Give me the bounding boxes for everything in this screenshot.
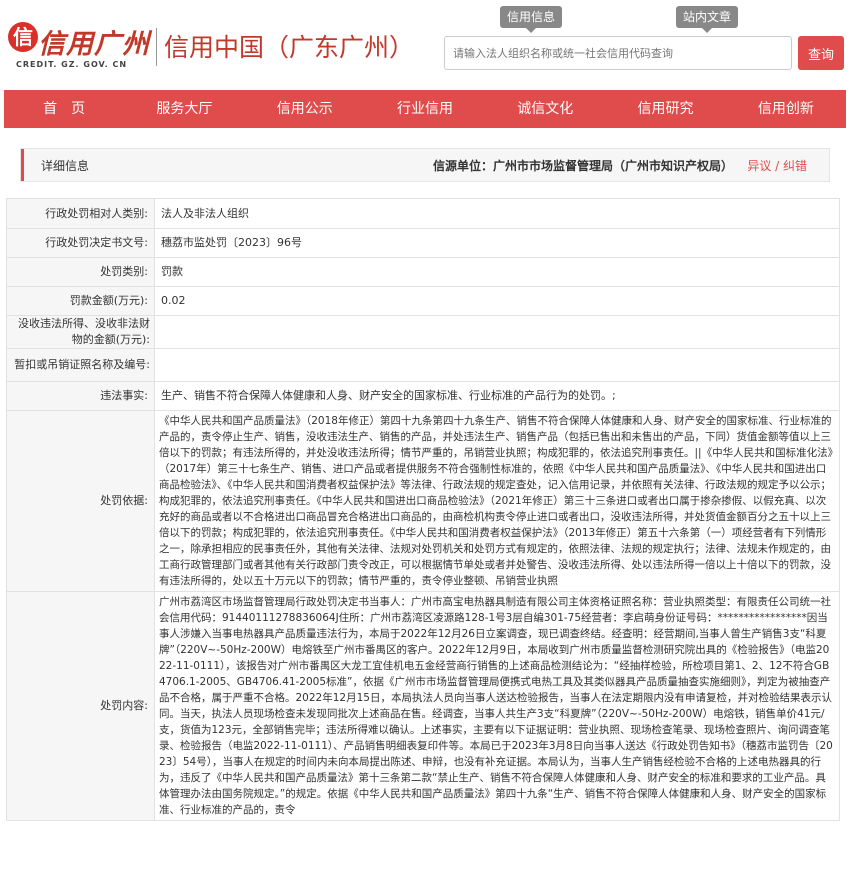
table-row: 没收违法所得、没收非法财物的金额(万元): xyxy=(6,315,840,349)
nav-item-credit-publicity[interactable]: 信用公示 xyxy=(245,90,365,128)
table-row: 罚款金额(万元): 0.02 xyxy=(6,286,840,316)
table-row: 行政处罚相对人类别: 法人及非法人组织 xyxy=(6,198,840,229)
detail-title: 详细信息 xyxy=(41,159,90,173)
table-row: 暂扣或吊销证照名称及编号: xyxy=(6,348,840,382)
logo-divider xyxy=(156,28,157,66)
row-label: 处罚依据: xyxy=(6,410,155,592)
row-value: 穗荔市监处罚〔2023〕96号 xyxy=(154,228,840,258)
row-value xyxy=(154,315,840,349)
nav-item-home[interactable]: 首 页 xyxy=(4,90,124,128)
row-label: 处罚内容: xyxy=(6,591,155,821)
tab-credit-info[interactable]: 信用信息 xyxy=(500,6,563,33)
row-label: 违法事实: xyxy=(6,381,155,411)
row-value: 0.02 xyxy=(154,286,840,316)
row-value: 罚款 xyxy=(154,257,840,287)
search-button[interactable]: 查询 xyxy=(798,36,844,70)
nav-item-industry-credit[interactable]: 行业信用 xyxy=(365,90,485,128)
table-row: 处罚内容: 广州市荔湾区市场监督管理局行政处罚决定书当事人：广州市高宝电热器具制… xyxy=(6,591,840,821)
row-label: 罚款金额(万元): xyxy=(6,286,155,316)
tab-site-articles[interactable]: 站内文章 xyxy=(676,6,739,33)
logo-subtitle: 信用中国（广东广州） xyxy=(164,33,415,62)
table-row: 违法事实: 生产、销售不符合保障人体健康和人身、财产安全的国家标准、行业标准的产… xyxy=(6,381,840,411)
row-label: 没收违法所得、没收非法财物的金额(万元): xyxy=(6,315,155,349)
nav-item-integrity-culture[interactable]: 诚信文化 xyxy=(485,90,605,128)
row-label: 行政处罚相对人类别: xyxy=(6,198,155,229)
detail-table: 行政处罚相对人类别: 法人及非法人组织 行政处罚决定书文号: 穗荔市监处罚〔20… xyxy=(6,198,840,821)
objection-link[interactable]: 异议 / 纠错 xyxy=(747,149,807,183)
detail-header: 详细信息 信源单位：广州市市场监督管理局（广州市知识产权局） 异议 / 纠错 xyxy=(20,148,830,182)
site-header: 信 信用广州 CREDIT. GZ. GOV. CN 信用中国（广东广州） 信用… xyxy=(0,0,850,90)
logo-domain: CREDIT. GZ. GOV. CN xyxy=(16,60,128,69)
row-label: 暂扣或吊销证照名称及编号: xyxy=(6,348,155,382)
nav-item-credit-research[interactable]: 信用研究 xyxy=(605,90,725,128)
row-value: 法人及非法人组织 xyxy=(154,198,840,229)
table-row: 处罚类别: 罚款 xyxy=(6,257,840,287)
nav-item-service-hall[interactable]: 服务大厅 xyxy=(124,90,244,128)
nav-item-credit-innovation[interactable]: 信用创新 xyxy=(726,90,846,128)
logo-icon: 信 xyxy=(8,22,38,52)
search-input[interactable] xyxy=(444,36,792,70)
accent-bar xyxy=(21,149,24,181)
logo-title: 信用广州 xyxy=(38,29,150,60)
site-logo[interactable]: 信 信用广州 CREDIT. GZ. GOV. CN 信用中国（广东广州） xyxy=(8,20,414,72)
main-nav: 首 页 服务大厅 信用公示 行业信用 诚信文化 信用研究 信用创新 xyxy=(4,90,846,128)
row-value xyxy=(154,348,840,382)
row-label: 处罚类别: xyxy=(6,257,155,287)
table-row: 处罚依据: 《中华人民共和国产品质量法》（2018年修正）第四十九条第四十九条生… xyxy=(6,410,840,592)
row-value: 《中华人民共和国产品质量法》（2018年修正）第四十九条第四十九条生产、销售不符… xyxy=(154,410,840,592)
source-unit: 信源单位：广州市市场监督管理局（广州市知识产权局） xyxy=(432,159,733,173)
row-value: 生产、销售不符合保障人体健康和人身、财产安全的国家标准、行业标准的产品行为的处罚… xyxy=(154,381,840,411)
row-label: 行政处罚决定书文号: xyxy=(6,228,155,258)
row-value: 广州市荔湾区市场监督管理局行政处罚决定书当事人：广州市高宝电热器具制造有限公司主… xyxy=(154,591,840,821)
table-row: 行政处罚决定书文号: 穗荔市监处罚〔2023〕96号 xyxy=(6,228,840,258)
